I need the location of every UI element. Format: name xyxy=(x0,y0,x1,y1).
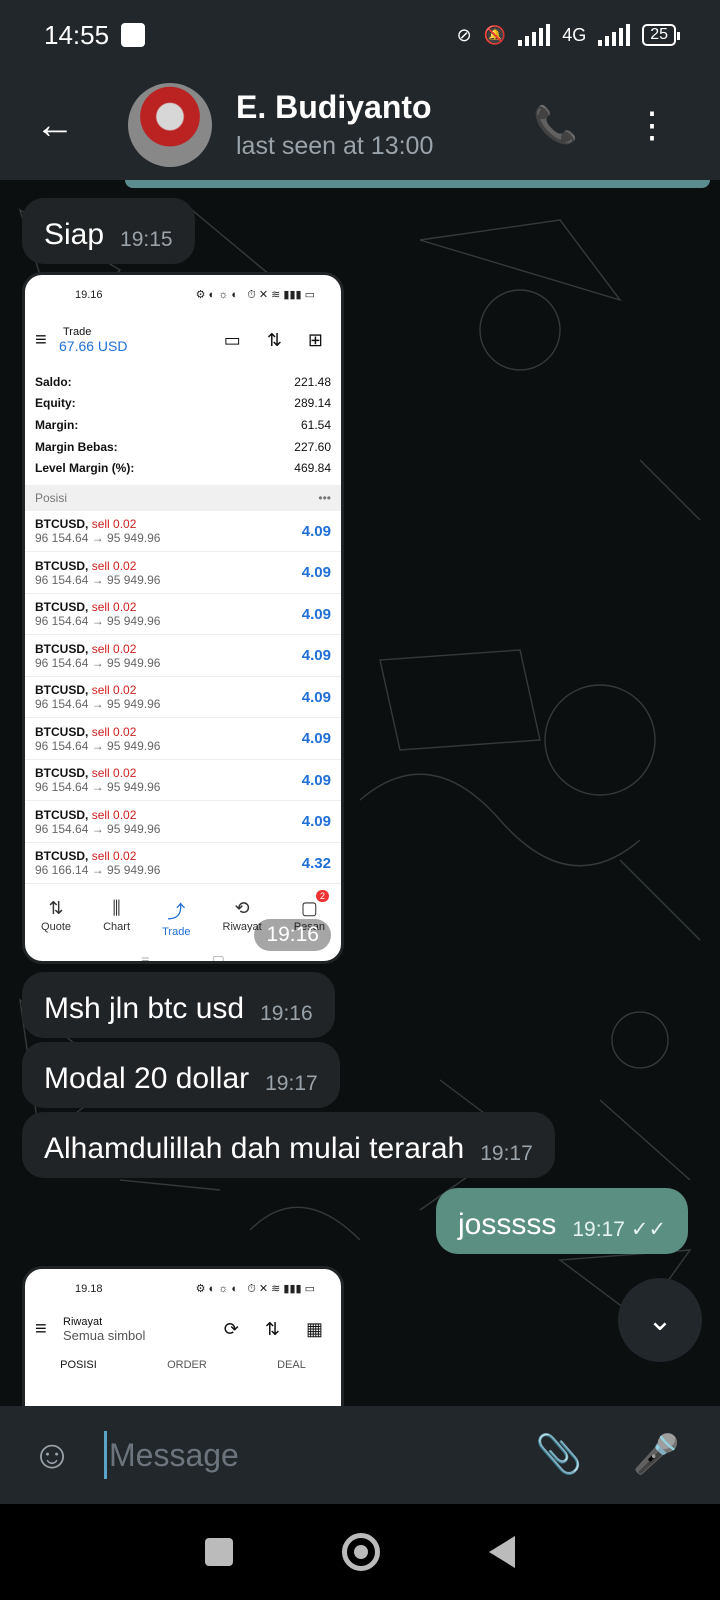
battery-icon: 25 xyxy=(642,24,680,46)
text-cursor xyxy=(104,1431,107,1479)
position-row: BTCUSD, sell 0.02 96 154.64 → 95 949.96 4.… xyxy=(25,677,341,719)
screenshot-gesture-bar: ≡ ▢ xyxy=(141,952,225,964)
menu-icon: ≡ xyxy=(35,1317,47,1340)
screenshot-status-bar: 19.18 ⚙ ◐ ☼ ◐ ⏱ ✕ ≋ ▮▮▮ ▭ xyxy=(25,1269,341,1309)
chat-area[interactable]: Siap 19:15 19.16 ⚙ ◐ ☼ ◐ ⏱ ✕ ≋ ▮▮▮ ▭ ≡ T… xyxy=(0,180,720,1406)
position-row: BTCUSD, sell 0.02 96 166.14 → 95 949.96 4.… xyxy=(25,843,341,885)
screenshot-title: Riwayat xyxy=(63,1315,103,1328)
screenshot-time: 19.18 xyxy=(75,1283,103,1295)
screenshot-toolbar: ≡ Riwayat Semua simbol ⟳ ⇅ ▦ xyxy=(25,1309,341,1349)
message-bubble[interactable]: Alhamdulillah dah mulai terarah 19:17 xyxy=(22,1112,555,1178)
message-input[interactable]: Message xyxy=(109,1437,239,1474)
message-time: 19:17 xyxy=(265,1072,318,1095)
calendar-icon: ▦ xyxy=(305,1318,323,1339)
position-row: BTCUSD, sell 0.02 96 154.64 → 95 949.96 4.… xyxy=(25,511,341,553)
chevron-down-icon: ⌄ xyxy=(647,1303,673,1337)
message-time: 19:17 xyxy=(572,1218,625,1241)
notification-icon xyxy=(121,23,146,47)
screenshot-subtitle: Semua simbol xyxy=(63,1327,146,1343)
emoji-icon[interactable]: ☺ xyxy=(0,1433,104,1478)
network-type: 4G xyxy=(562,24,587,45)
summary-row: Margin Bebas: 227.60 xyxy=(35,439,331,454)
message-text: Alhamdulillah dah mulai terarah xyxy=(44,1132,465,1165)
mute-icon: 🔕 xyxy=(483,24,507,45)
back-arrow-icon[interactable]: ← xyxy=(0,103,110,148)
message-text: Siap xyxy=(44,218,105,251)
status-icons: ⊘ 🔕 4G 25 xyxy=(456,24,680,46)
system-navigation-bar xyxy=(0,1504,720,1600)
screenshot-balance: 67.66 USD xyxy=(59,338,128,354)
avatar[interactable] xyxy=(128,83,212,167)
chat-header: ← E. Budiyanto last seen at 13:00 📞 ⋮ xyxy=(0,70,720,180)
card-icon: ▭ xyxy=(223,329,241,350)
attach-icon[interactable]: 📎 xyxy=(535,1433,582,1477)
summary-row: Margin: 61.54 xyxy=(35,417,331,432)
message-text: Msh jln btc usd xyxy=(44,992,245,1025)
message-text: josssss xyxy=(458,1208,557,1241)
contact-info[interactable]: E. Budiyanto last seen at 13:00 xyxy=(236,89,433,161)
new-order-icon: ⊞ xyxy=(307,329,323,350)
menu-icon: ≡ xyxy=(35,328,47,351)
scroll-down-button[interactable]: ⌄ xyxy=(618,1278,702,1362)
summary-row: Level Margin (%): 469.84 xyxy=(35,461,331,476)
link-icon: ⊘ xyxy=(456,24,472,45)
refresh-icon: ⟳ xyxy=(223,1318,239,1339)
image-message-trade[interactable]: 19.16 ⚙ ◐ ☼ ◐ ⏱ ✕ ≋ ▮▮▮ ▭ ≡ Trade 67.66 … xyxy=(22,272,344,964)
screenshot-status-icons: ⚙ ◐ ☼ ◐ ⏱ ✕ ≋ ▮▮▮ ▭ xyxy=(195,289,315,301)
message-composer: ☺ Message 📎 🎤 xyxy=(0,1406,720,1504)
signal-icon xyxy=(518,24,551,46)
summary-row: Equity: 289.14 xyxy=(35,396,331,411)
screenshot-toolbar: ≡ Trade 67.66 USD ▭ ⇅ ⊞ xyxy=(25,315,341,365)
image-message-history[interactable]: 19.18 ⚙ ◐ ☼ ◐ ⏱ ✕ ≋ ▮▮▮ ▭ ≡ Riwayat Semu… xyxy=(22,1266,344,1406)
microphone-icon[interactable]: 🎤 xyxy=(633,1433,680,1477)
chart-icon: ⫼ xyxy=(112,898,121,919)
recents-button[interactable] xyxy=(204,1538,233,1566)
screenshot-title: Trade xyxy=(63,326,92,338)
positions-header: Posisi ••• xyxy=(25,484,341,511)
message-bubble[interactable]: Modal 20 dollar 19:17 xyxy=(22,1042,340,1108)
last-seen: last seen at 13:00 xyxy=(236,132,434,160)
positions-list: BTCUSD, sell 0.02 96 154.64 → 95 949.96 4.… xyxy=(25,511,341,885)
position-row: BTCUSD, sell 0.02 96 154.64 → 95 949.96 4.… xyxy=(25,594,341,636)
position-row: BTCUSD, sell 0.02 96 154.64 → 95 949.96 4.… xyxy=(25,635,341,677)
screenshot-status-icons: ⚙ ◐ ☼ ◐ ⏱ ✕ ≋ ▮▮▮ ▭ xyxy=(195,1283,315,1295)
status-time: 14:55 xyxy=(44,19,110,50)
quote-icon: ⇅ xyxy=(48,898,64,919)
home-button[interactable] xyxy=(341,1533,380,1571)
account-summary: Saldo: 221.48 Equity: 289.14 Margin: 61.54 … xyxy=(25,371,341,479)
outgoing-message-bubble[interactable]: josssss 19:17 ✓✓ xyxy=(436,1188,689,1254)
screenshot-time: 19.16 xyxy=(75,289,103,301)
message-time: 19:17 xyxy=(480,1142,533,1165)
more-icon[interactable]: ⋮ xyxy=(634,104,670,146)
message-time: 19:15 xyxy=(120,228,173,251)
read-check-icon: ✓✓ xyxy=(630,1218,667,1241)
badge: 2 xyxy=(315,890,329,903)
sort-icon: ⇅ xyxy=(266,329,282,350)
screenshot-tabs: POSISI ORDER DEAL xyxy=(60,1359,306,1371)
contact-name: E. Budiyanto xyxy=(236,89,432,125)
position-row: BTCUSD, sell 0.02 96 154.64 → 95 949.96 4.… xyxy=(25,760,341,802)
previous-message-edge xyxy=(125,180,710,188)
message-bubble[interactable]: Msh jln btc usd 19:16 xyxy=(22,972,335,1038)
message-text: Modal 20 dollar xyxy=(44,1062,250,1095)
history-icon: ⟲ xyxy=(234,898,250,919)
message-time: 19:16 xyxy=(260,1002,313,1025)
phone-icon[interactable]: 📞 xyxy=(533,104,578,146)
position-row: BTCUSD, sell 0.02 96 154.64 → 95 949.96 4.… xyxy=(25,552,341,594)
position-row: BTCUSD, sell 0.02 96 154.64 → 95 949.96 4.… xyxy=(25,801,341,843)
summary-row: Saldo: 221.48 xyxy=(35,374,331,389)
status-bar: 14:55 ⊘ 🔕 4G 25 xyxy=(0,0,720,70)
message-bubble[interactable]: Siap 19:15 xyxy=(22,198,195,264)
position-row: BTCUSD, sell 0.02 96 154.64 → 95 949.96 4.… xyxy=(25,718,341,760)
screenshot-status-bar: 19.16 ⚙ ◐ ☼ ◐ ⏱ ✕ ≋ ▮▮▮ ▭ xyxy=(25,275,341,315)
image-time: 19:16 xyxy=(254,919,331,951)
trade-icon: ⤴ xyxy=(167,902,186,923)
back-button[interactable] xyxy=(489,1536,516,1568)
signal-icon-2 xyxy=(598,24,631,46)
sort-icon: ⇅ xyxy=(264,1318,280,1339)
